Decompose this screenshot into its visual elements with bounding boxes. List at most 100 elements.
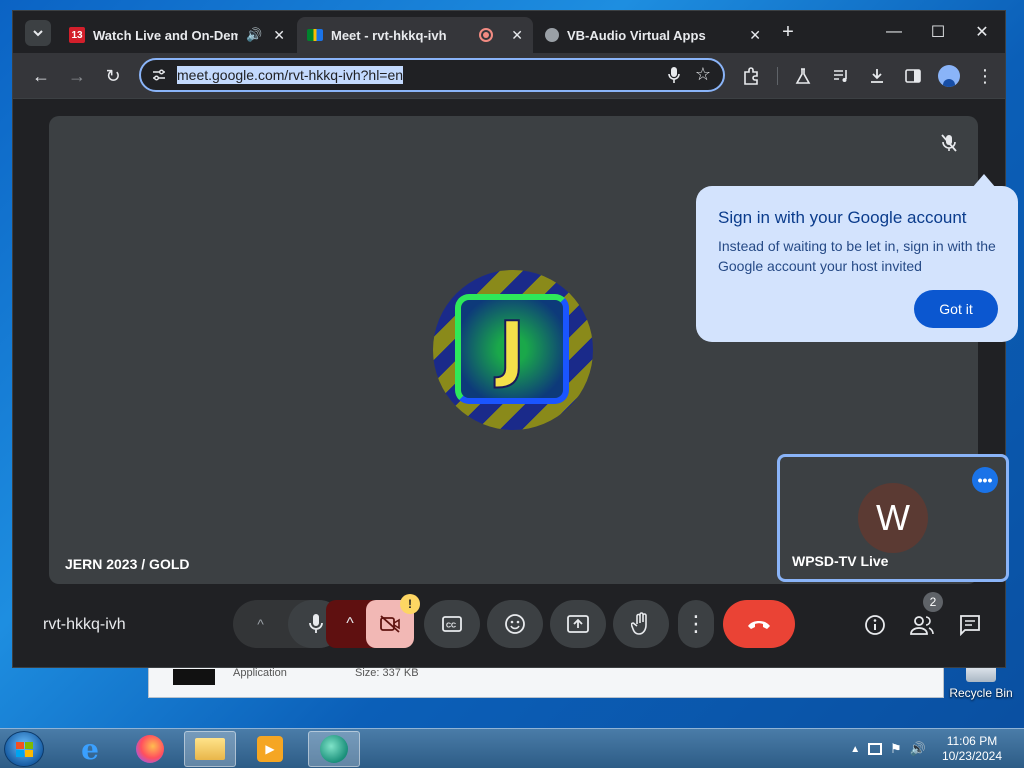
flask-icon <box>795 68 811 84</box>
main-video-tile[interactable]: J JERN 2023 / GOLD Sign in with your Goo… <box>49 116 1018 584</box>
chat-icon <box>960 615 980 636</box>
speaker-icon[interactable]: 🔊 <box>246 27 262 43</box>
captions-button[interactable]: CC <box>424 600 480 648</box>
avatar-frame: J <box>455 294 569 404</box>
labs-button[interactable] <box>791 65 815 87</box>
people-button[interactable] <box>909 612 935 638</box>
forward-button[interactable]: → <box>63 63 91 89</box>
media-player-icon: ▶ <box>257 736 283 762</box>
address-bar[interactable]: meet.google.com/rvt-hkkq-ivh?hl=en ☆ <box>139 58 725 92</box>
reactions-button[interactable] <box>487 600 543 648</box>
back-button[interactable]: ← <box>27 63 55 89</box>
site-info-icon <box>153 69 165 81</box>
clock[interactable]: 11:06 PM 10/23/2024 <box>942 734 1002 764</box>
closed-captions-icon: CC <box>442 616 462 632</box>
google-meet-icon <box>307 29 323 41</box>
tab-vb-audio[interactable]: VB-Audio Virtual Apps ✕ <box>535 17 771 53</box>
people-icon <box>910 616 934 635</box>
camera-warning-badge: ! <box>400 594 420 614</box>
recording-icon <box>479 28 493 42</box>
browser-window: 13 Watch Live and On-Deman 🔊 ✕ Meet - rv… <box>12 10 1018 668</box>
close-window-button[interactable]: ✕ <box>967 19 997 45</box>
tab-title: Meet - rvt-hkkq-ivh <box>331 27 447 43</box>
chevron-up-icon: ^ <box>346 615 354 632</box>
download-icon <box>871 69 883 83</box>
globe-icon <box>545 28 559 42</box>
tab-title: VB-Audio Virtual Apps <box>567 27 706 43</box>
chevron-up-icon: ^ <box>257 616 264 632</box>
downloads-button[interactable] <box>865 65 889 87</box>
reload-button[interactable]: ↻ <box>99 63 127 89</box>
taskbar-file-explorer[interactable] <box>184 731 236 767</box>
show-hidden-icons-icon[interactable]: ▲ <box>850 744 860 755</box>
minimize-button[interactable]: — <box>879 19 909 45</box>
meet-page: J JERN 2023 / GOLD Sign in with your Goo… <box>13 100 1018 667</box>
close-tab-icon[interactable]: ✕ <box>749 27 761 44</box>
puzzle-icon <box>744 67 758 85</box>
close-icon: ✕ <box>975 24 989 41</box>
chat-button[interactable] <box>957 612 983 638</box>
popup-title: Sign in with your Google account <box>718 208 967 227</box>
network-icon[interactable] <box>868 743 883 755</box>
main-participant-name: JERN 2023 / GOLD <box>65 556 190 572</box>
camera-off-icon <box>380 615 400 633</box>
taskbar-internet-explorer[interactable]: e <box>64 731 116 767</box>
recycle-bin[interactable]: Recycle Bin <box>946 664 1016 700</box>
maximize-button[interactable]: ☐ <box>923 19 953 45</box>
more-vert-icon: ⋮ <box>685 611 707 636</box>
meeting-code: rvt-hkkq-ivh <box>43 616 126 633</box>
taskbar-media-player[interactable]: ▶ <box>244 731 296 767</box>
taskbar-browser[interactable] <box>308 731 360 767</box>
new-tab-button[interactable]: + <box>773 19 803 45</box>
more-vert-icon: ⋮ <box>976 65 994 86</box>
firefox-icon <box>136 735 164 763</box>
mic-off-icon <box>941 134 957 152</box>
chevron-down-icon <box>33 30 43 37</box>
file-size-label: Size: 337 KB <box>355 667 419 679</box>
leave-call-button[interactable] <box>723 600 795 648</box>
browser-menu-button[interactable]: ⋮ <box>973 65 997 87</box>
raise-hand-button[interactable] <box>613 600 669 648</box>
tab-title: Watch Live and On-Deman <box>93 27 238 43</box>
volume-icon[interactable]: 🔊 <box>910 741 926 757</box>
taskbar-firefox[interactable] <box>124 731 176 767</box>
avatar-letter: J <box>498 305 527 391</box>
reload-icon: ↻ <box>105 65 121 86</box>
voice-search-icon[interactable] <box>667 66 681 84</box>
start-button[interactable] <box>4 731 44 767</box>
tile-options-button[interactable]: ••• <box>972 467 998 493</box>
profile-button[interactable] <box>937 65 961 87</box>
music-queue-icon <box>834 70 847 82</box>
info-icon <box>865 615 885 635</box>
clock-date: 10/23/2024 <box>941 749 1002 763</box>
extensions-button[interactable] <box>739 65 763 87</box>
more-options-button[interactable]: ⋮ <box>678 600 714 648</box>
close-tab-icon[interactable]: ✕ <box>273 27 285 44</box>
url-text[interactable]: meet.google.com/rvt-hkkq-ivh?hl=en <box>177 66 404 84</box>
mic-icon <box>308 614 323 633</box>
sign-in-popup: Sign in with your Google account Instead… <box>696 174 1018 342</box>
present-screen-button[interactable] <box>550 600 606 648</box>
taskbar: e ▶ ▲ ⚑ 🔊 11:06 PM 10/23/2024 <box>0 728 1024 768</box>
media-controls-button[interactable] <box>829 65 853 87</box>
bookmark-star-icon[interactable]: ☆ <box>695 64 711 85</box>
channel-13-icon: 13 <box>69 27 85 43</box>
self-view-tile[interactable]: W ••• WPSD-TV Live <box>777 454 1009 582</box>
audio-options-button[interactable]: ^ <box>233 600 288 648</box>
popup-body: Instead of waiting to be let in, sign in… <box>718 238 996 274</box>
windows-logo-icon <box>16 742 34 758</box>
tab-meet[interactable]: Meet - rvt-hkkq-ivh ✕ <box>297 17 533 53</box>
meeting-details-button[interactable] <box>862 612 888 638</box>
got-it-button[interactable]: Got it <box>914 290 998 328</box>
tab-search-button[interactable] <box>25 20 51 46</box>
arrow-left-icon: ← <box>32 65 50 86</box>
hand-icon <box>631 612 647 635</box>
tab-watch-live[interactable]: 13 Watch Live and On-Deman 🔊 ✕ <box>59 17 295 53</box>
maximize-icon: ☐ <box>930 24 946 41</box>
close-tab-icon[interactable]: ✕ <box>511 27 523 44</box>
side-panel-button[interactable] <box>901 65 925 87</box>
emoji-icon <box>505 614 525 634</box>
action-center-flag-icon[interactable]: ⚑ <box>890 741 902 757</box>
browser-toolbar: ← → ↻ meet.google.com/rvt-hkkq-ivh?hl=en… <box>13 53 1005 99</box>
more-horiz-icon: ••• <box>977 472 993 488</box>
